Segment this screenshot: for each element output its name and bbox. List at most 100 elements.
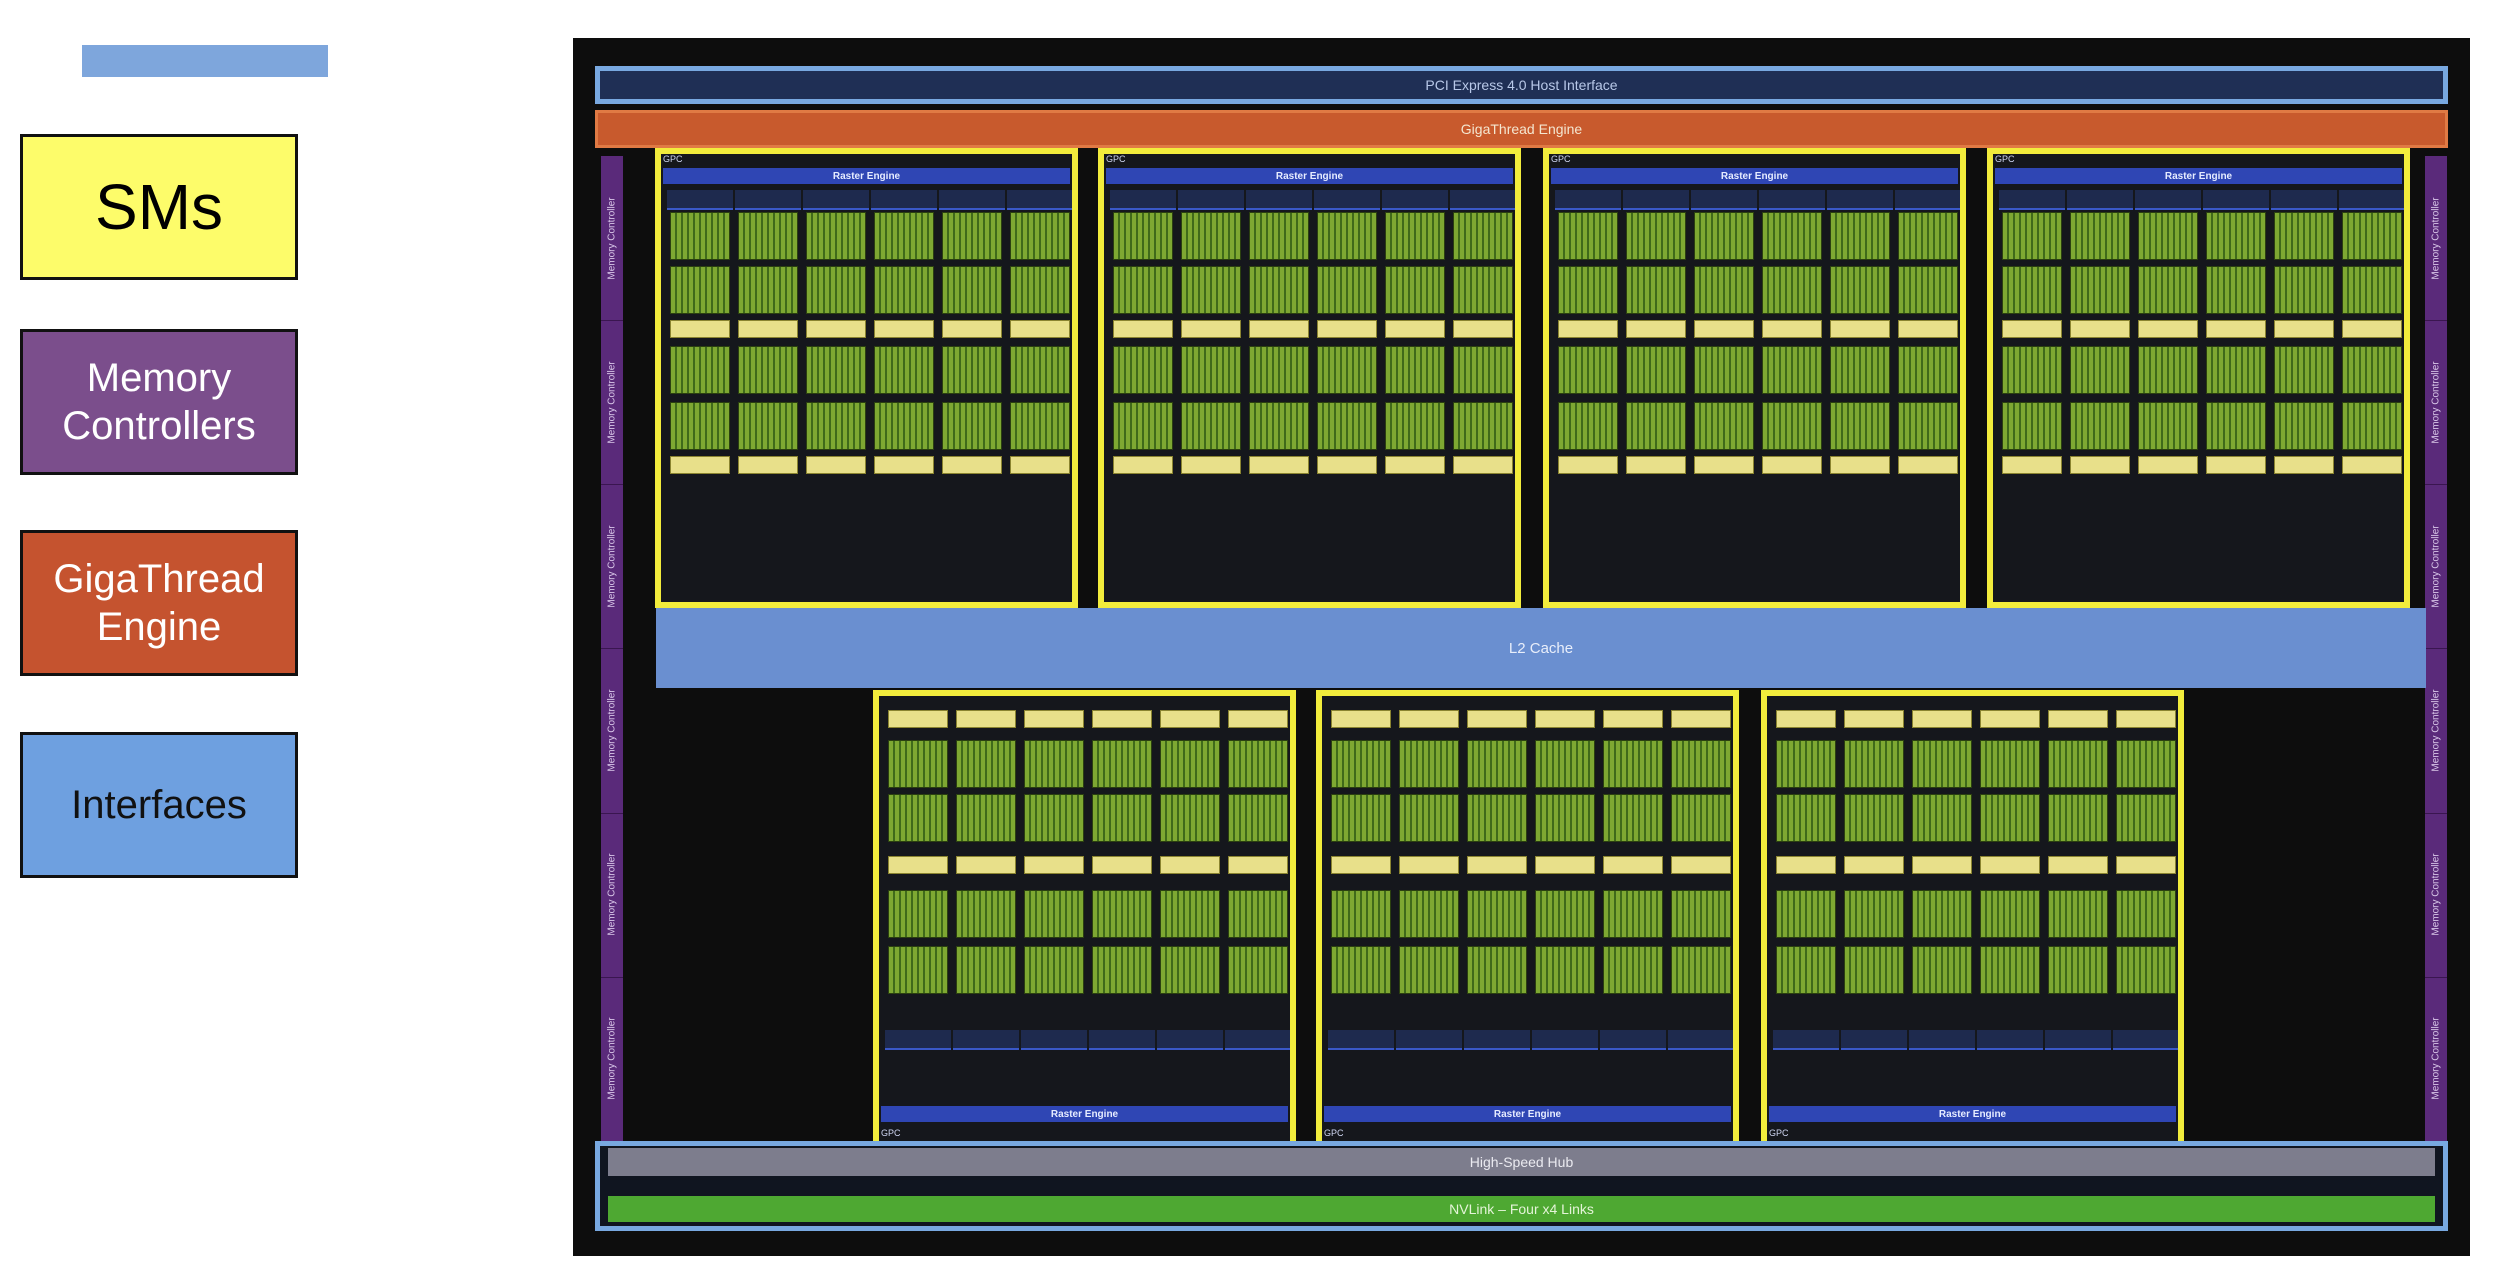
- sm-block: [1762, 266, 1822, 314]
- tpc: [1007, 190, 1072, 560]
- sm-block: [1558, 346, 1618, 394]
- tpc: [1178, 190, 1244, 560]
- tpc-header: [2203, 190, 2269, 210]
- legend-sms: SMs: [20, 134, 298, 280]
- rt-core-block: [1092, 856, 1152, 874]
- sm-block: [1603, 890, 1663, 938]
- sm-block: [1228, 794, 1288, 842]
- sm-block: [1160, 794, 1220, 842]
- tpc: [1909, 700, 1975, 1070]
- sm-block: [1844, 740, 1904, 788]
- sm-block: [1558, 266, 1618, 314]
- pcie-label: PCI Express 4.0 Host Interface: [1425, 77, 1618, 93]
- sm-block: [1010, 402, 1070, 450]
- sm-block: [1317, 402, 1377, 450]
- tpc: [1246, 190, 1312, 560]
- rt-core-block: [1830, 320, 1890, 338]
- tpc: [1089, 700, 1155, 1070]
- sm-block: [1010, 212, 1070, 260]
- sm-block: [1980, 946, 2040, 994]
- tpc-header: [1178, 190, 1244, 210]
- sm-block: [2048, 794, 2108, 842]
- rt-core-block: [1228, 710, 1288, 728]
- sm-block: [1776, 946, 1836, 994]
- rt-core-block: [2342, 456, 2402, 474]
- memory-controller: Memory Controller: [2425, 484, 2447, 650]
- sm-block: [888, 890, 948, 938]
- sm-block: [1898, 266, 1958, 314]
- sm-block: [1830, 346, 1890, 394]
- rt-core-block: [1558, 456, 1618, 474]
- pcie-host-interface: PCI Express 4.0 Host Interface: [595, 66, 2448, 104]
- sm-block: [1694, 266, 1754, 314]
- tpc-header: [1532, 1030, 1598, 1050]
- sm-block: [1024, 740, 1084, 788]
- sm-block: [1776, 740, 1836, 788]
- tpc-header: [871, 190, 937, 210]
- gpc-label: GPC: [663, 154, 683, 164]
- sm-block: [1694, 402, 1754, 450]
- rt-core-block: [670, 456, 730, 474]
- memory-controller-label: Memory Controller: [606, 689, 618, 772]
- tpc: [667, 190, 733, 560]
- sm-block: [1399, 890, 1459, 938]
- tpc: [1382, 190, 1448, 560]
- gpc-label: GPC: [1769, 1128, 1789, 1138]
- rt-core-block: [2070, 456, 2130, 474]
- sm-block: [1181, 402, 1241, 450]
- sm-block: [2274, 402, 2334, 450]
- rt-core-block: [1912, 856, 1972, 874]
- rt-core-block: [806, 320, 866, 338]
- rt-core-block: [1228, 856, 1288, 874]
- sm-block: [1535, 890, 1595, 938]
- rt-core-block: [1980, 710, 2040, 728]
- sm-block: [1694, 212, 1754, 260]
- high-speed-hub-label: High-Speed Hub: [1469, 1154, 1574, 1170]
- tpc: [1759, 190, 1825, 560]
- sm-block: [2342, 402, 2402, 450]
- sm-block: [1113, 266, 1173, 314]
- rt-core-block: [670, 320, 730, 338]
- sm-block: [956, 890, 1016, 938]
- sm-block: [1558, 212, 1618, 260]
- rt-core-block: [1399, 856, 1459, 874]
- sm-block: [942, 402, 1002, 450]
- rt-core-block: [1671, 710, 1731, 728]
- tpc-header: [1314, 190, 1380, 210]
- rt-core-block: [2138, 320, 2198, 338]
- rt-core-block: [1385, 456, 1445, 474]
- memory-controller: Memory Controller: [601, 649, 623, 814]
- rt-core-block: [1249, 320, 1309, 338]
- rt-core-block: [1776, 710, 1836, 728]
- tpc-header: [1895, 190, 1960, 210]
- rt-core-block: [1626, 320, 1686, 338]
- rt-core-block: [956, 710, 1016, 728]
- sm-block: [1024, 890, 1084, 938]
- gpc-block: GPC Raster Engine: [873, 690, 1296, 1150]
- sm-block: [1249, 346, 1309, 394]
- tpc: [1450, 190, 1515, 560]
- memory-controller-label: Memory Controller: [2430, 1017, 2442, 1101]
- sm-block: [1603, 740, 1663, 788]
- sm-block: [1092, 946, 1152, 994]
- tpc-header: [1759, 190, 1825, 210]
- memory-controller: Memory Controller: [601, 813, 623, 978]
- tpc-header: [1110, 190, 1176, 210]
- rt-core-block: [1399, 710, 1459, 728]
- rt-core-block: [1181, 456, 1241, 474]
- sm-block: [874, 212, 934, 260]
- sm-block: [670, 266, 730, 314]
- sm-block: [2342, 212, 2402, 260]
- sm-block: [1331, 890, 1391, 938]
- sm-block: [1776, 794, 1836, 842]
- sm-block: [1113, 346, 1173, 394]
- rt-core-block: [1603, 856, 1663, 874]
- sm-block: [2138, 402, 2198, 450]
- legend-sms-label: SMs: [95, 170, 223, 243]
- sm-block: [1317, 212, 1377, 260]
- rt-core-block: [1898, 456, 1958, 474]
- sm-block: [1467, 740, 1527, 788]
- sm-block: [1762, 402, 1822, 450]
- tpc: [1532, 700, 1598, 1070]
- tpc: [2045, 700, 2111, 1070]
